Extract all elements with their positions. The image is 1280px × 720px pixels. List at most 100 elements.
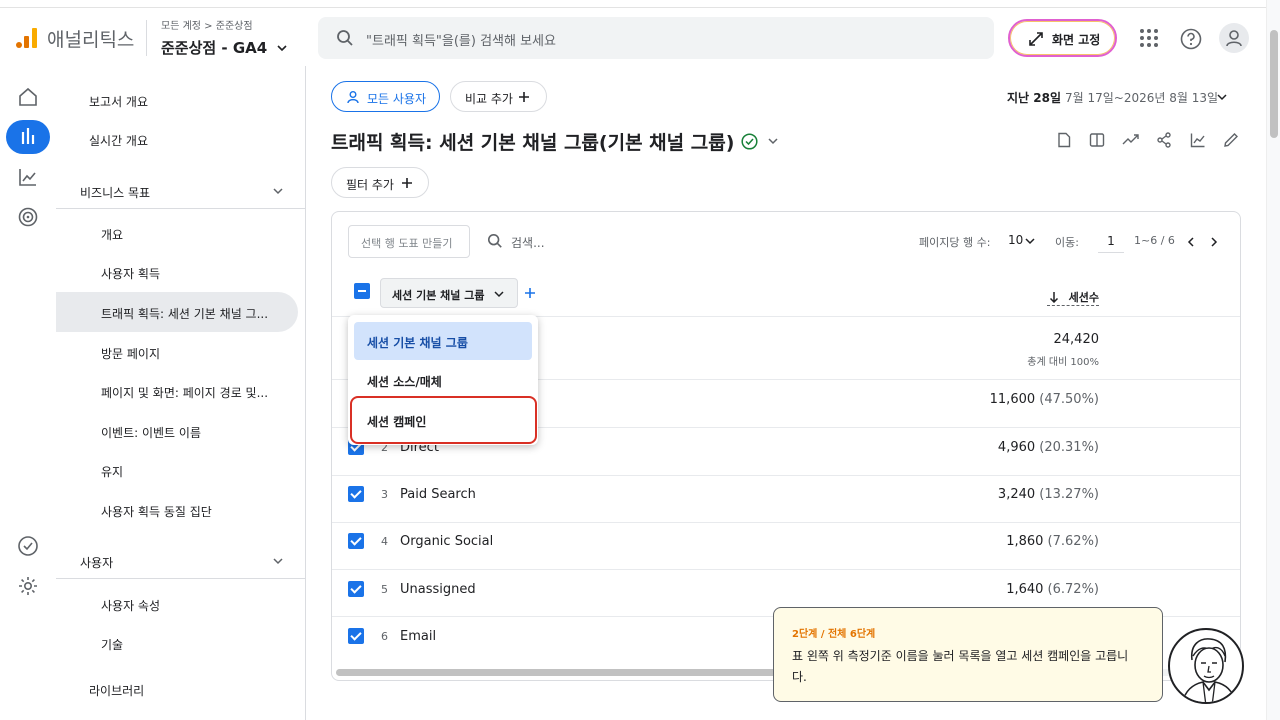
help-icon[interactable] bbox=[1180, 28, 1202, 50]
search-icon bbox=[487, 233, 502, 248]
nav-divider bbox=[56, 578, 306, 579]
compare-columns-icon[interactable] bbox=[1089, 132, 1105, 148]
chevron-right-icon[interactable] bbox=[1209, 236, 1219, 248]
total-value: 24,420 bbox=[1053, 332, 1100, 347]
all-users-label: 모든 사용자 bbox=[367, 92, 427, 106]
breadcrumb-property: 준준상점 bbox=[215, 21, 253, 32]
search-bar[interactable]: "트래픽 획득"을(를) 검색해 보세요 bbox=[318, 17, 994, 59]
header-divider bbox=[146, 20, 147, 56]
plus-icon bbox=[402, 178, 412, 188]
nav-reports-overview[interactable]: 보고서 개요 bbox=[89, 93, 148, 110]
chevron-down-icon[interactable] bbox=[272, 186, 284, 196]
document-icon[interactable] bbox=[1056, 132, 1072, 148]
row-checkbox[interactable] bbox=[348, 486, 364, 502]
highlight-ring bbox=[350, 396, 537, 444]
nav-pages-and-screens[interactable]: 페이지 및 화면: 페이지 경로 및... bbox=[101, 384, 268, 401]
expand-icon bbox=[1029, 32, 1043, 46]
pin-screen-label: 화면 고정 bbox=[1052, 33, 1101, 47]
left-rail bbox=[0, 66, 56, 720]
home-icon[interactable] bbox=[17, 86, 39, 108]
all-users-button[interactable]: 모든 사용자 bbox=[331, 81, 440, 112]
nav-tech[interactable]: 기술 bbox=[101, 636, 123, 653]
insights-trend-icon[interactable] bbox=[1122, 132, 1140, 148]
pin-screen-button[interactable]: 화면 고정 bbox=[1008, 19, 1117, 57]
dropdown-option-default-channel-group[interactable]: 세션 기본 채널 그룹 bbox=[354, 322, 532, 360]
table-row[interactable]: 3 Paid Search 3,240 (13.27%) bbox=[332, 475, 1240, 522]
nav-acquisition-cohort[interactable]: 사용자 획득 동질 집단 bbox=[101, 503, 212, 520]
chevron-down-icon[interactable] bbox=[1216, 92, 1228, 102]
nav-divider bbox=[56, 208, 306, 209]
select-all-checkbox[interactable] bbox=[354, 283, 370, 299]
nav-user-attributes[interactable]: 사용자 속성 bbox=[101, 597, 160, 614]
plus-icon bbox=[519, 92, 529, 102]
chevron-left-icon[interactable] bbox=[1186, 236, 1196, 248]
page-title: 트래픽 획득: 세션 기본 채널 그룹(기본 채널 그룹) bbox=[331, 132, 735, 154]
search-input[interactable]: "트래픽 획득"을(를) 검색해 보세요 bbox=[366, 30, 556, 49]
nav-user-acquisition[interactable]: 사용자 획득 bbox=[101, 265, 160, 282]
table-row[interactable]: 4 Organic Social 1,860 (7.62%) bbox=[332, 522, 1240, 569]
add-filter-button[interactable]: 필터 추가 bbox=[331, 167, 429, 198]
row-channel-name: Unassigned bbox=[400, 582, 476, 597]
edit-pencil-icon[interactable] bbox=[1223, 132, 1239, 148]
report-navigation: 보고서 개요 실시간 개요 비즈니스 목표 개요 사용자 획득 트래픽 획득: … bbox=[56, 66, 306, 720]
breadcrumb[interactable]: 모든 계정 > 준준상점 bbox=[161, 17, 253, 32]
add-comparison-button[interactable]: 비교 추가 bbox=[450, 81, 547, 112]
property-selector[interactable]: 준준상점 - GA4 bbox=[161, 37, 288, 58]
chevron-down-icon[interactable] bbox=[767, 136, 779, 146]
row-channel-name: Paid Search bbox=[400, 487, 476, 502]
property-name: 준준상점 - GA4 bbox=[161, 39, 268, 57]
tutorial-instruction: 표 왼쪽 위 측정기준 이름을 눌러 목록을 열고 세션 캠페인을 고릅니다. bbox=[792, 649, 1129, 684]
nav-library[interactable]: 라이브러리 bbox=[89, 682, 144, 699]
nav-overview[interactable]: 개요 bbox=[101, 226, 123, 243]
metric-column-header[interactable]: 세션수 bbox=[1047, 289, 1099, 306]
check-circle-icon[interactable] bbox=[17, 535, 39, 557]
account-avatar[interactable] bbox=[1219, 23, 1249, 53]
guide-mascot-avatar bbox=[1168, 628, 1244, 704]
page-number-input[interactable]: 1 bbox=[1098, 227, 1124, 253]
total-percent: 총계 대비 100% bbox=[1027, 357, 1099, 368]
chevron-down-icon bbox=[494, 291, 504, 298]
page-scrollbar[interactable] bbox=[1266, 0, 1280, 720]
nav-events[interactable]: 이벤트: 이벤트 이름 bbox=[101, 424, 201, 441]
chevron-down-icon[interactable] bbox=[1024, 236, 1036, 246]
chevron-down-icon[interactable] bbox=[272, 556, 284, 566]
row-channel-name: Organic Social bbox=[400, 534, 494, 549]
nav-landing-page[interactable]: 방문 페이지 bbox=[101, 345, 160, 362]
row-checkbox[interactable] bbox=[348, 533, 364, 549]
advertising-icon[interactable] bbox=[17, 206, 39, 228]
add-dimension-plus-icon[interactable] bbox=[524, 287, 536, 299]
nav-traffic-acquisition[interactable]: 트래픽 획득: 세션 기본 채널 그... bbox=[101, 305, 268, 322]
row-index: 3 bbox=[381, 488, 388, 501]
table-search[interactable]: 검색... bbox=[487, 233, 545, 253]
chart-line-icon[interactable] bbox=[1190, 132, 1206, 148]
apps-grid-icon[interactable] bbox=[1139, 28, 1159, 48]
dimension-label: 세션 기본 채널 그룹 bbox=[392, 289, 485, 302]
nav-section-business-goals[interactable]: 비즈니스 목표 bbox=[80, 184, 150, 201]
share-icon[interactable] bbox=[1156, 132, 1172, 148]
app-header: 애널리틱스 모든 계정 > 준준상점 준준상점 - GA4 "트래픽 획득"을(… bbox=[0, 8, 1266, 66]
breadcrumb-separator: > bbox=[204, 21, 213, 32]
row-checkbox[interactable] bbox=[348, 628, 364, 644]
row-checkbox[interactable] bbox=[348, 581, 364, 597]
rows-per-page-select[interactable]: 10 bbox=[1008, 233, 1023, 247]
row-value: 1,860 (7.62%) bbox=[1006, 534, 1099, 549]
dimension-selector[interactable]: 세션 기본 채널 그룹 bbox=[380, 278, 518, 308]
person-icon bbox=[1226, 30, 1242, 47]
plot-rows-button[interactable]: 선택 행 도표 만들기 bbox=[348, 225, 470, 258]
nav-section-user[interactable]: 사용자 bbox=[80, 554, 113, 571]
explore-icon[interactable] bbox=[17, 166, 39, 188]
nav-realtime-overview[interactable]: 실시간 개요 bbox=[89, 132, 148, 149]
date-range[interactable]: 7월 17일~2026년 8월 13일 bbox=[1065, 89, 1218, 106]
row-index: 4 bbox=[381, 535, 388, 548]
search-icon bbox=[337, 30, 353, 46]
chevron-down-icon bbox=[277, 45, 288, 52]
row-value: 4,960 (20.31%) bbox=[997, 440, 1099, 455]
date-period[interactable]: 지난 28일 bbox=[1007, 89, 1061, 106]
settings-gear-icon[interactable] bbox=[17, 575, 39, 597]
nav-retention[interactable]: 유지 bbox=[101, 463, 123, 480]
table-search-input[interactable]: 검색... bbox=[511, 234, 545, 251]
reports-icon[interactable] bbox=[6, 120, 50, 154]
dropdown-option-source-medium[interactable]: 세션 소스/매체 bbox=[354, 361, 532, 399]
row-value: 3,240 (13.27%) bbox=[997, 487, 1099, 502]
person-icon bbox=[347, 91, 359, 104]
